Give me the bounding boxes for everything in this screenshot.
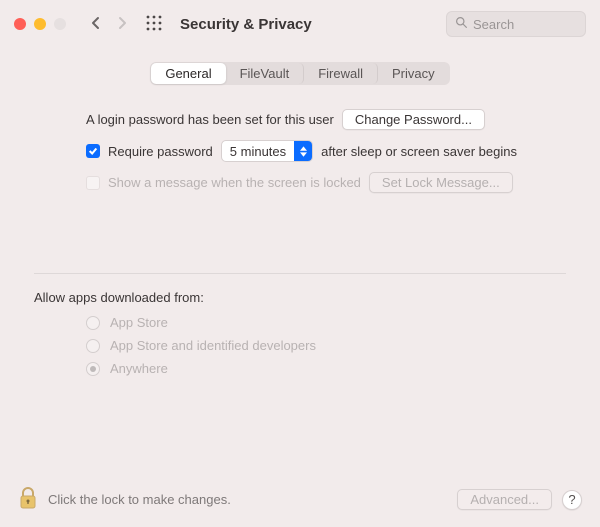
- require-password-label: Require password: [108, 144, 213, 159]
- content-pane: A login password has been set for this u…: [0, 85, 600, 376]
- close-window-button[interactable]: [14, 18, 26, 30]
- login-password-row: A login password has been set for this u…: [34, 109, 566, 130]
- set-lock-message-button: Set Lock Message...: [369, 172, 513, 193]
- change-password-button[interactable]: Change Password...: [342, 109, 485, 130]
- allow-app-store-radio: [86, 316, 100, 330]
- tabs-container: General FileVault Firewall Privacy: [0, 62, 600, 85]
- allow-app-store-row: App Store: [34, 315, 566, 330]
- footer: Click the lock to make changes. Advanced…: [0, 474, 600, 527]
- tab-bar: General FileVault Firewall Privacy: [150, 62, 449, 85]
- allow-identified-label: App Store and identified developers: [110, 338, 316, 353]
- maximize-window-button: [54, 18, 66, 30]
- tab-privacy[interactable]: Privacy: [378, 63, 449, 84]
- forward-button[interactable]: [116, 16, 128, 33]
- show-all-icon[interactable]: [146, 15, 162, 34]
- check-icon: [88, 146, 98, 156]
- allow-app-store-label: App Store: [110, 315, 168, 330]
- show-message-row: Show a message when the screen is locked…: [34, 172, 566, 193]
- search-field[interactable]: [446, 11, 586, 37]
- select-stepper-icon: [294, 141, 312, 161]
- allow-anywhere-radio: [86, 362, 100, 376]
- window-title: Security & Privacy: [180, 16, 312, 33]
- require-password-checkbox[interactable]: [86, 144, 100, 158]
- delay-value: 5 minutes: [222, 144, 294, 159]
- search-icon: [455, 16, 473, 32]
- tab-general[interactable]: General: [151, 63, 225, 84]
- tab-filevault[interactable]: FileVault: [226, 63, 305, 84]
- back-button[interactable]: [90, 16, 102, 33]
- minimize-window-button[interactable]: [34, 18, 46, 30]
- show-message-checkbox: [86, 176, 100, 190]
- divider: [34, 273, 566, 274]
- allow-anywhere-label: Anywhere: [110, 361, 168, 376]
- window-controls: [14, 18, 66, 30]
- advanced-button[interactable]: Advanced...: [457, 489, 552, 510]
- help-button[interactable]: ?: [562, 490, 582, 510]
- show-message-label: Show a message when the screen is locked: [108, 175, 361, 190]
- search-input[interactable]: [473, 17, 577, 32]
- tab-firewall[interactable]: Firewall: [304, 63, 378, 84]
- require-password-suffix: after sleep or screen saver begins: [321, 144, 517, 159]
- allow-anywhere-row: Anywhere: [34, 361, 566, 376]
- require-password-row: Require password 5 minutes after sleep o…: [34, 140, 566, 162]
- titlebar: Security & Privacy: [0, 0, 600, 48]
- nav-arrows: [90, 16, 128, 33]
- login-password-text: A login password has been set for this u…: [86, 112, 334, 127]
- downloads-section-label: Allow apps downloaded from:: [34, 290, 566, 305]
- lock-text: Click the lock to make changes.: [48, 492, 231, 507]
- allow-identified-row: App Store and identified developers: [34, 338, 566, 353]
- require-password-delay-select[interactable]: 5 minutes: [221, 140, 313, 162]
- lock-icon[interactable]: [18, 486, 38, 513]
- allow-identified-radio: [86, 339, 100, 353]
